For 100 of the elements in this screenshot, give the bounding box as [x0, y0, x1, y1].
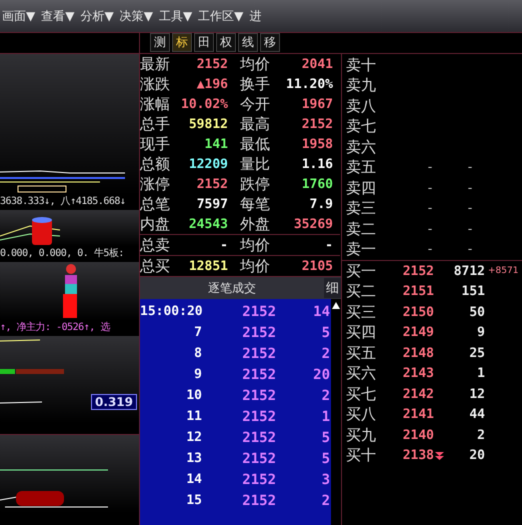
quote-value: 1760 [300, 176, 334, 192]
ask-volume: - [465, 160, 474, 176]
quote-value: 35269 [292, 216, 334, 232]
scroll-up-icon[interactable] [332, 302, 340, 309]
quote-label: 内盘 [140, 214, 171, 234]
menu-item[interactable]: 决策▼ [120, 8, 153, 24]
trade-time: 15:00:20 [140, 304, 202, 319]
ask-label: 卖十 [345, 56, 377, 75]
fund-flow-text: ↑, 净主力: -0526↑, 选 [0, 320, 112, 335]
quote-value: 12209 [188, 156, 229, 172]
quote-value: 141 [204, 136, 229, 152]
quote-label: 总手 [140, 114, 171, 134]
indicator-value: 0.319 [91, 394, 137, 410]
trade-price: 2152 [241, 472, 276, 488]
trade-time: 8 [193, 346, 202, 361]
bid-label: 买六 [345, 364, 377, 384]
quote-label: 外盘 [240, 214, 271, 234]
trade-time: 13 [185, 451, 202, 466]
ask-label: 卖一 [345, 240, 377, 260]
ask-volume: - [465, 222, 474, 237]
scrollbar[interactable] [331, 299, 341, 525]
bid-volume: 151 [460, 284, 485, 300]
trade-volume: 14 [312, 304, 331, 320]
quote-value: 2152 [196, 176, 229, 192]
trade-volume: 5 [320, 430, 331, 446]
ask-volume: - [465, 180, 474, 196]
quote-value: 2041 [300, 56, 334, 72]
quote-label: 均价 [240, 54, 271, 74]
indicator-text: 0.000, 0.000, 0. 牛5板: [0, 246, 125, 261]
detail-button[interactable]: 细 [324, 278, 341, 298]
quote-value: 1.16 [300, 156, 334, 172]
bid-price: 2138 [402, 448, 434, 464]
bid-volume: 9 [476, 325, 485, 340]
ask-price: - [425, 201, 434, 216]
toolbar-tab[interactable]: 测 [150, 33, 170, 52]
quote-label: 涨停 [140, 174, 171, 194]
trade-price: 2152 [241, 408, 276, 424]
menu-item[interactable]: 查看▼ [41, 8, 74, 24]
ask-label: 卖七 [345, 117, 377, 136]
trade-price: 2152 [241, 324, 276, 340]
ask-volume: - [465, 201, 474, 216]
bid-volume: 44 [468, 407, 485, 422]
bid-label: 买八 [345, 405, 377, 424]
trade-volume: 20 [312, 366, 331, 382]
bid-label: 买九 [345, 426, 377, 445]
trade-price: 2152 [241, 346, 276, 362]
chart-info-text: 3638.333↓, 八↑4185.668↓ [0, 195, 126, 209]
toolbar-tab[interactable]: 移 [260, 33, 280, 52]
ask-label: 卖八 [345, 96, 377, 116]
bid-volume: 20 [468, 448, 485, 464]
bid-volume: 12 [468, 386, 485, 402]
quote-value: 24543 [188, 216, 229, 232]
stacked-bar-drawing [62, 264, 76, 318]
trade-time: 9 [193, 367, 202, 382]
toolbar-tab[interactable]: 线 [238, 33, 258, 52]
quote-value: 59812 [188, 116, 229, 132]
trade-time: 10 [185, 388, 202, 403]
bid-label: 买十 [345, 446, 377, 466]
bid-label: 买三 [345, 302, 377, 322]
ask-label: 卖五 [345, 158, 377, 178]
ask-label: 卖二 [345, 220, 377, 239]
quote-value: 2152 [196, 56, 229, 72]
menu-item[interactable]: 工具▼ [158, 8, 192, 24]
quote-label: 总买 [140, 256, 171, 276]
trade-volume: 3 [320, 472, 331, 488]
toolbar-tab[interactable]: 田 [194, 33, 214, 52]
trade-price: 2152 [241, 430, 276, 446]
quote-label: 总卖 [140, 236, 171, 254]
quote-label: 最低 [240, 134, 271, 154]
bid-volume: 50 [468, 304, 485, 320]
bid-volume: 1 [476, 366, 485, 382]
quote-value: 1967 [300, 96, 334, 112]
line-chart-drawing [0, 401, 44, 404]
bid-volume: 25 [468, 346, 485, 361]
trade-time: 12 [185, 430, 202, 445]
trade-time: 11 [185, 409, 202, 424]
menu-item[interactable]: 画面▼ [2, 8, 36, 24]
ask-label: 卖六 [345, 138, 377, 157]
toolbar-tab[interactable]: 权 [216, 33, 236, 52]
quote-value: - [324, 238, 334, 252]
trades-title: 逐笔成交 [207, 280, 257, 296]
quote-label: 均价 [240, 236, 271, 254]
trade-price: 2152 [241, 304, 276, 320]
bid-label: 买四 [345, 323, 377, 342]
trade-price: 2152 [241, 366, 276, 382]
trade-price: 2152 [241, 388, 276, 404]
trade-price: 2152 [241, 492, 276, 508]
quote-label: 最高 [240, 114, 271, 134]
menu-item[interactable]: 进 [249, 8, 262, 24]
menu-item[interactable]: 分析▼ [80, 8, 114, 24]
quote-value: - [219, 238, 229, 252]
bid-price: 2148 [402, 346, 434, 361]
trade-time: 14 [185, 472, 202, 487]
toolbar-tab[interactable]: 标 [172, 33, 192, 52]
menu-item[interactable]: 工作区▼ [198, 8, 244, 24]
quote-label: 现手 [140, 134, 171, 154]
bid-label: 买七 [345, 384, 377, 404]
bid-price: 2141 [402, 407, 434, 422]
bid-price: 2150 [402, 304, 434, 320]
bid-volume: 2 [476, 428, 485, 443]
